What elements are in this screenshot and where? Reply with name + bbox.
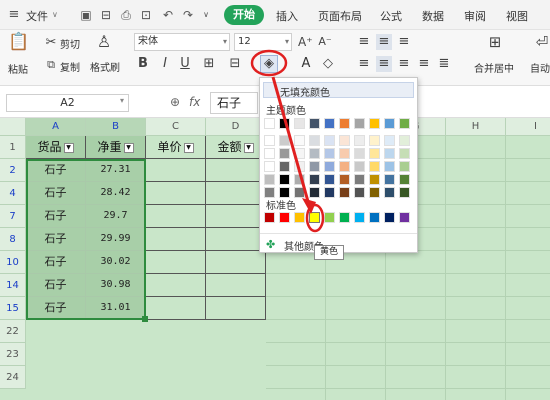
yellow-highlight-circle xyxy=(305,203,325,233)
bucket-highlight-circle xyxy=(250,49,288,77)
annotation-overlay xyxy=(250,49,325,233)
annotation-arrow-line xyxy=(271,76,311,206)
